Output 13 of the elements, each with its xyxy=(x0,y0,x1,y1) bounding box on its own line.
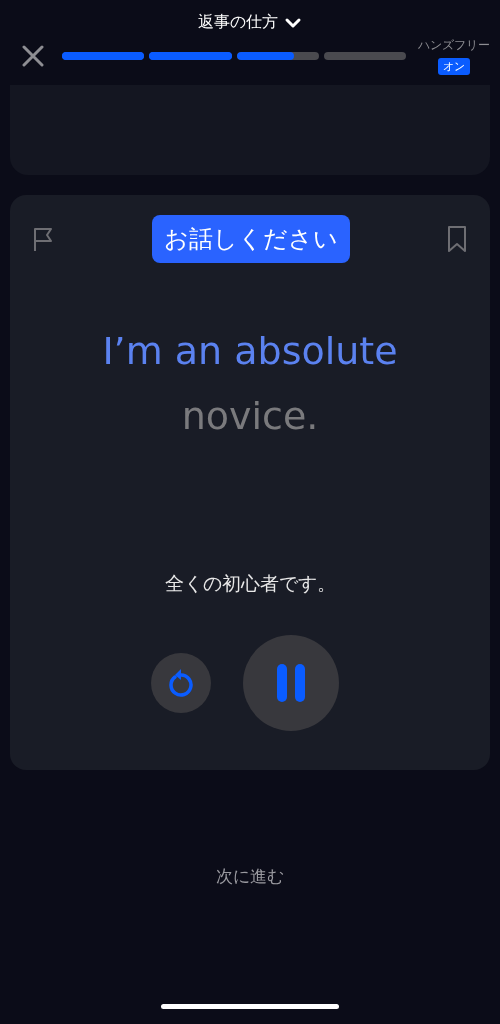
close-icon[interactable] xyxy=(22,45,44,67)
translation-text: 全くの初心者です。 xyxy=(164,571,336,596)
sentence-text: I’m an absolute xyxy=(102,328,398,375)
replay-icon xyxy=(167,668,195,698)
next-button[interactable]: 次に進む xyxy=(216,865,284,888)
handsfree-toggle[interactable]: オン xyxy=(438,58,470,75)
lesson-title[interactable]: 返事の仕方 xyxy=(198,12,278,33)
sentence-text: novice. xyxy=(181,393,319,440)
bookmark-icon[interactable] xyxy=(446,225,468,253)
chevron-down-icon[interactable] xyxy=(284,16,302,29)
handsfree-label: ハンズフリー xyxy=(418,37,490,54)
speak-prompt-badge: お話しください xyxy=(152,215,350,263)
pause-icon xyxy=(275,663,307,703)
